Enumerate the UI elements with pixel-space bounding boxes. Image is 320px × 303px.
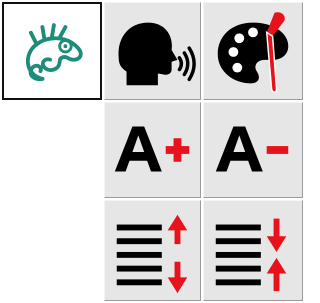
- decrease-font-size-button[interactable]: [203, 102, 303, 198]
- line-spacing-increase-icon: [116, 214, 188, 294]
- speaking-head-icon: [118, 22, 196, 86]
- line-spacing-decrease-icon: [215, 218, 287, 292]
- color-theme-button[interactable]: [203, 2, 303, 100]
- text-to-speech-button[interactable]: [104, 2, 201, 100]
- decrease-line-spacing-button[interactable]: [203, 200, 303, 301]
- palette-brush-icon: [217, 12, 289, 93]
- increase-line-spacing-button[interactable]: [104, 200, 201, 301]
- chameleon-icon: [26, 23, 83, 82]
- font-decrease-icon: [215, 126, 289, 172]
- mascot-button[interactable]: [2, 2, 102, 100]
- font-increase-icon: [114, 126, 190, 172]
- increase-font-size-button[interactable]: [104, 102, 201, 198]
